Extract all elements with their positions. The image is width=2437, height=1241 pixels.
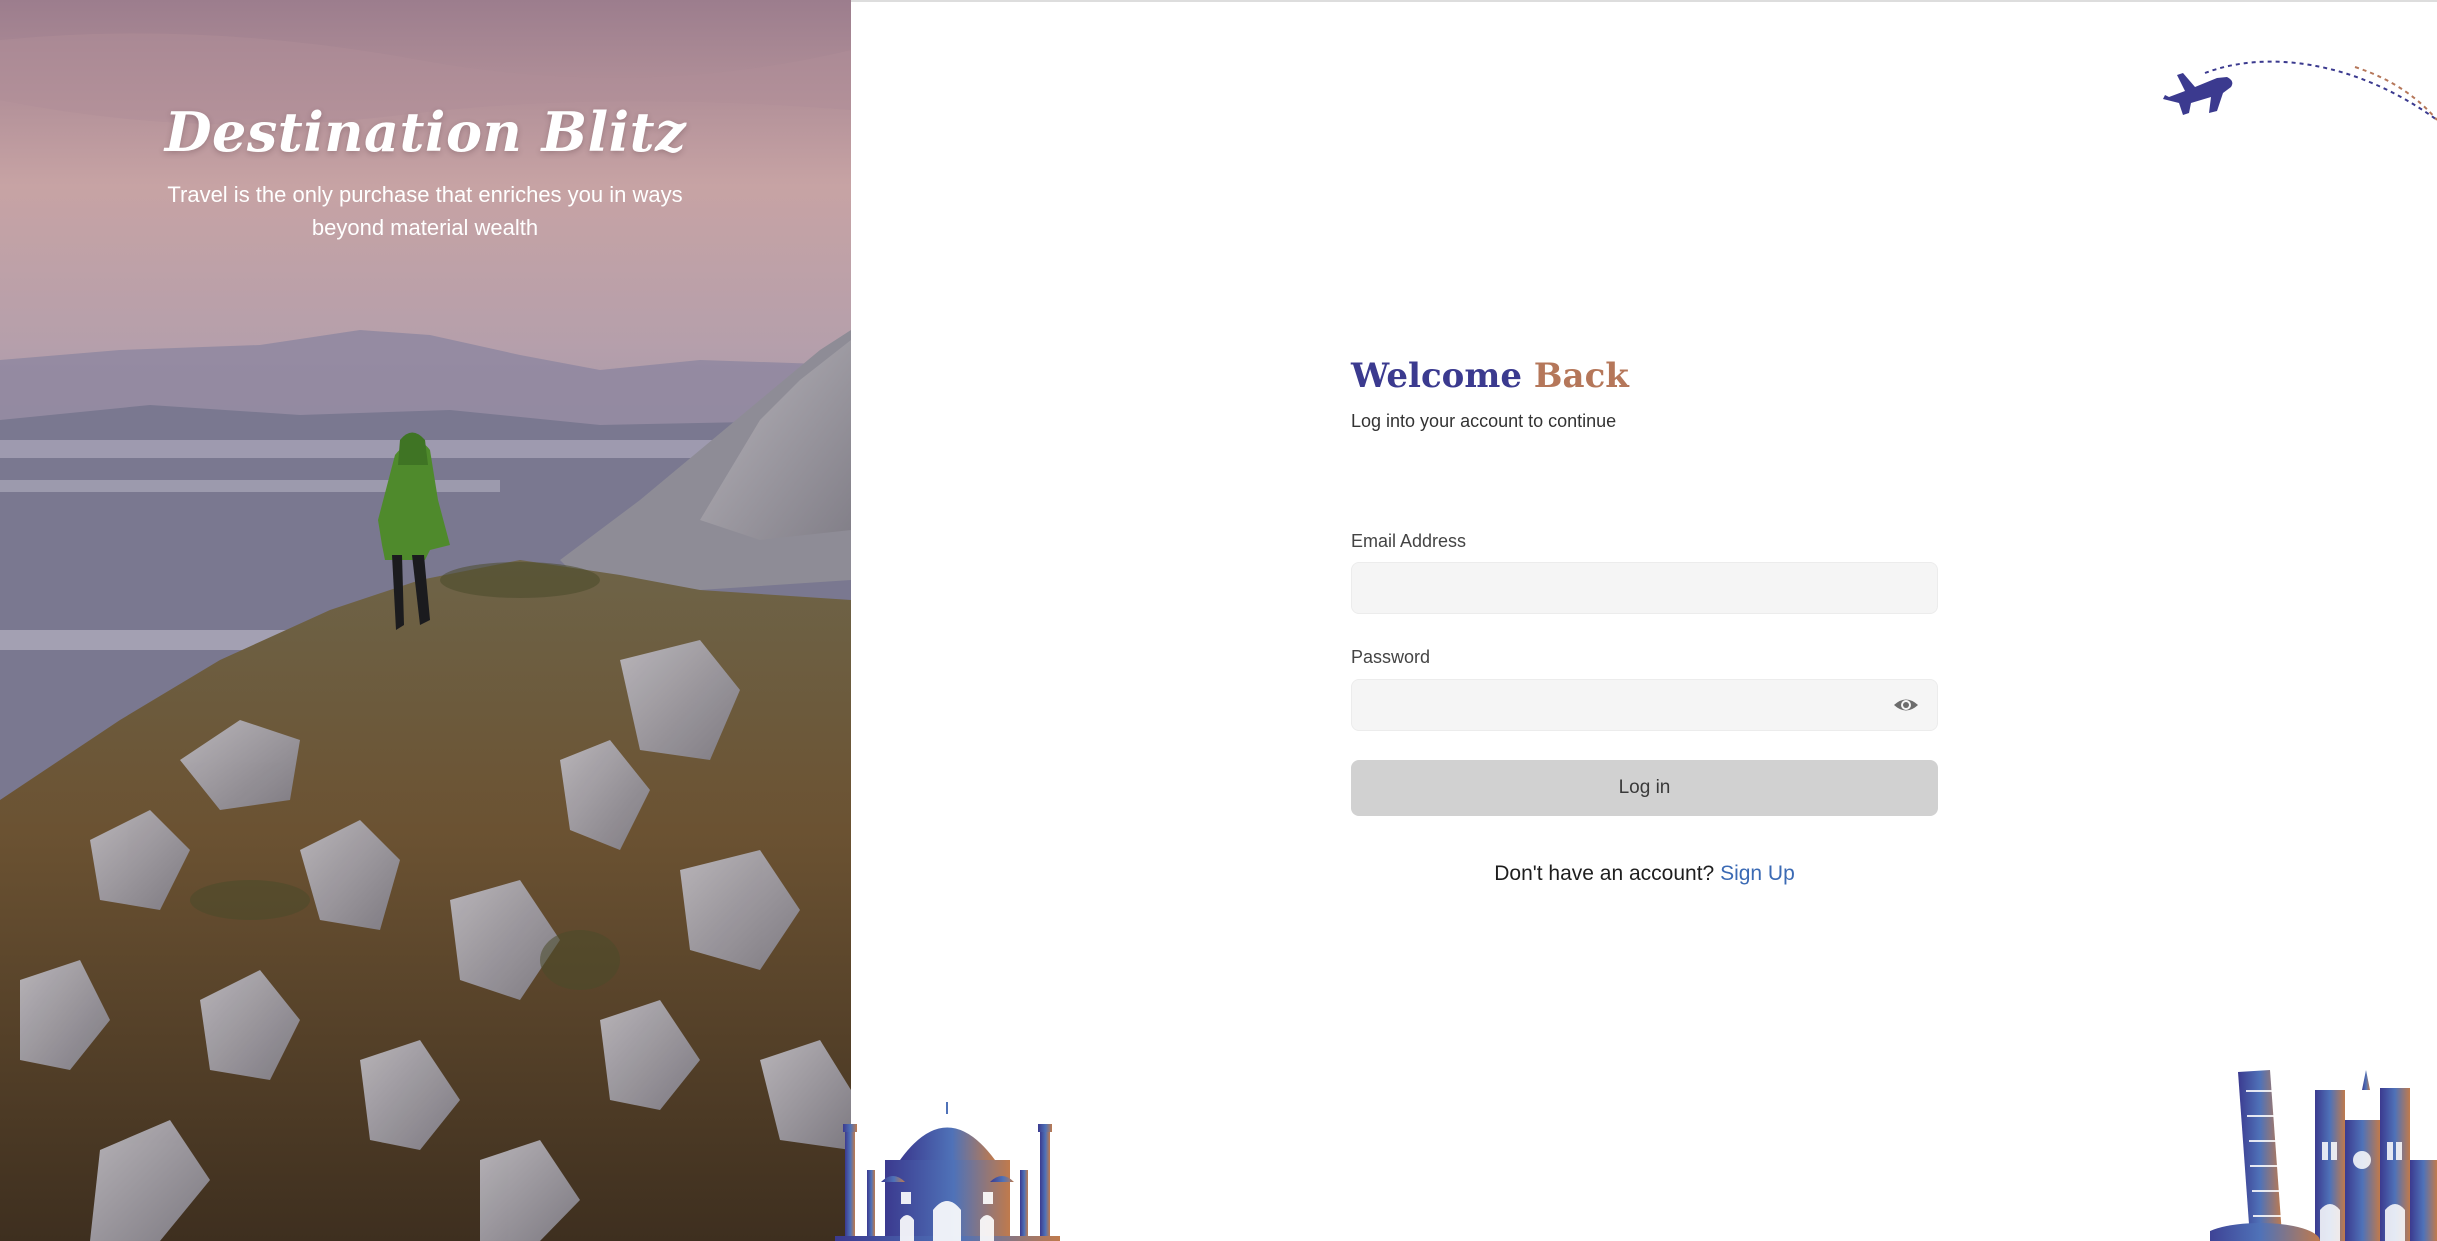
welcome-heading: Welcome Back <box>1351 356 1629 396</box>
signup-text: Don't have an account? <box>1494 862 1715 885</box>
brand-tagline: Travel is the only purchase that enriche… <box>167 182 683 240</box>
welcome-heading-part2: Back <box>1533 356 1629 396</box>
email-label: Email Address <box>1351 531 1467 551</box>
login-button[interactable]: Log in <box>1351 760 1938 816</box>
hero-panel: Destination Blitz Travel is the only pur… <box>0 0 851 1241</box>
brand-title: Destination Blitz <box>164 100 687 164</box>
eye-icon[interactable] <box>1891 691 1921 719</box>
welcome-heading-part1: Welcome <box>1351 356 1522 396</box>
airplane-icon <box>2163 60 2437 121</box>
password-field[interactable] <box>1351 679 1938 731</box>
signup-prompt: Don't have an account? Sign Up <box>1351 862 1938 886</box>
landmarks-illustration <box>2210 1070 2437 1241</box>
signup-link[interactable]: Sign Up <box>1720 862 1795 885</box>
top-divider <box>851 0 2437 2</box>
taj-mahal-illustration <box>835 1102 1060 1241</box>
login-subtitle: Log into your account to continue <box>1351 411 1617 431</box>
password-label: Password <box>1351 647 1431 667</box>
email-field[interactable] <box>1351 562 1938 614</box>
